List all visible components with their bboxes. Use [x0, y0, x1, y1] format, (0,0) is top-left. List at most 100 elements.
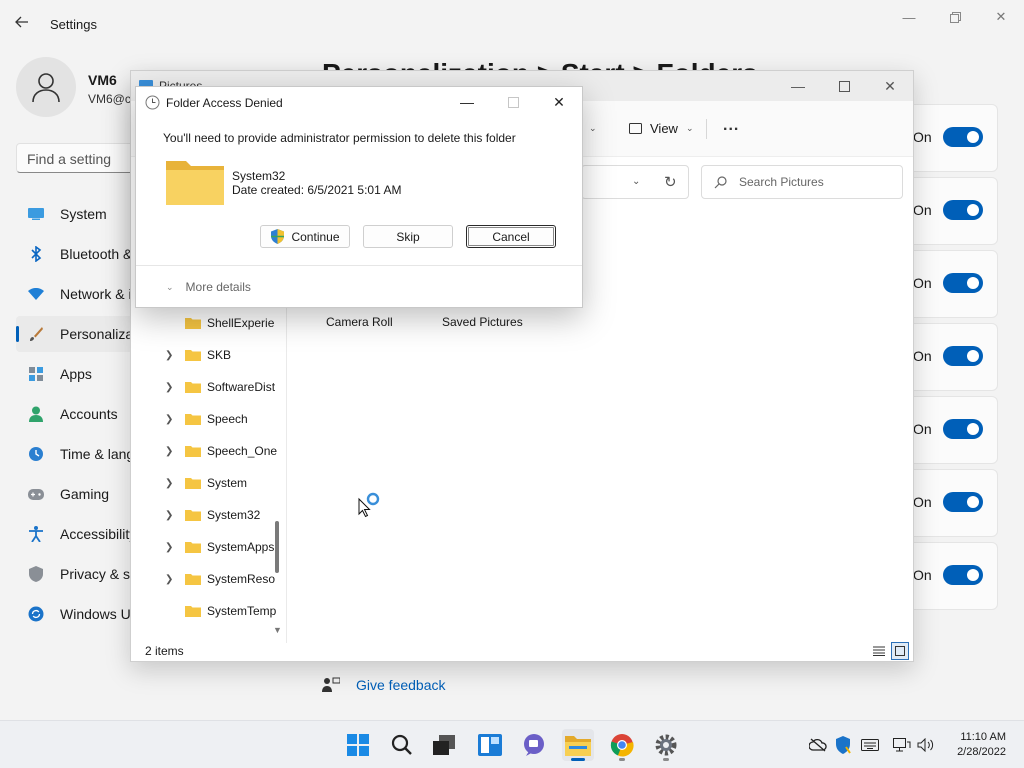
tree-scrollbar-thumb[interactable] [275, 521, 279, 573]
sidebar-item-label: Gaming [60, 486, 110, 502]
security-shield-icon[interactable] [833, 735, 853, 755]
dialog-titlebar[interactable]: Folder Access Denied — ✕ [136, 87, 582, 117]
tree-item[interactable]: ❯ System32 [131, 499, 281, 531]
sidebar-item-label: Privacy & security [60, 566, 136, 582]
toggle-switch[interactable] [943, 273, 983, 293]
sidebar-item-network[interactable]: Network & internet [16, 276, 136, 312]
view-label: View [650, 121, 678, 136]
sidebar-item-accessibility[interactable]: Accessibility [16, 516, 136, 552]
toggle-switch[interactable] [943, 346, 983, 366]
sidebar-item-gaming[interactable]: Gaming [16, 476, 136, 512]
chevron-right-icon[interactable]: ❯ [165, 446, 175, 457]
pane-divider[interactable] [286, 307, 287, 643]
folder-icon [185, 542, 201, 553]
minimize-icon[interactable]: — [775, 71, 821, 101]
tiles-view-icon[interactable] [891, 642, 909, 660]
chevron-right-icon[interactable]: ❯ [165, 510, 175, 521]
sidebar-item-bluetooth[interactable]: Bluetooth & devices [16, 236, 136, 272]
avatar[interactable] [16, 57, 76, 117]
sidebar-item-time-language[interactable]: Time & language [16, 436, 136, 472]
volume-icon[interactable] [916, 735, 936, 755]
toggle-switch[interactable] [943, 127, 983, 147]
find-setting-input[interactable]: Find a setting [16, 143, 146, 173]
tree-item[interactable]: ❯ SoftwareDist [131, 371, 281, 403]
sidebar-item-apps[interactable]: Apps [16, 356, 136, 392]
chevron-right-icon[interactable]: ❯ [165, 350, 175, 361]
more-options-button[interactable]: ... [723, 117, 739, 135]
folder-icon [185, 606, 201, 617]
search-input[interactable]: Search Pictures [701, 165, 903, 199]
skip-button[interactable]: Skip [363, 225, 453, 248]
chevron-down-icon[interactable]: ⌄ [589, 123, 597, 134]
toggle-switch[interactable] [943, 565, 983, 585]
tree-item[interactable]: ❯ SystemReso [131, 563, 281, 595]
sidebar-item-accounts[interactable]: Accounts [16, 396, 136, 432]
file-item-saved-pictures[interactable]: Saved Pictures [442, 315, 523, 329]
minimize-icon[interactable]: — [886, 0, 932, 34]
restore-icon[interactable] [932, 0, 978, 34]
continue-button[interactable]: Continue [260, 225, 350, 248]
folder-icon [185, 350, 201, 361]
chevron-right-icon[interactable]: ❯ [165, 542, 175, 553]
taskbar: 11:10 AM 2/28/2022 [0, 720, 1024, 768]
wifi-icon [28, 286, 44, 302]
cloud-offline-icon[interactable] [808, 735, 828, 755]
sidebar-item-system[interactable]: System [16, 196, 136, 232]
sidebar-item-label: Accessibility [60, 526, 136, 542]
cancel-button[interactable]: Cancel [466, 225, 556, 248]
tree-item[interactable]: ShellExperie [131, 307, 281, 339]
taskbar-clock[interactable]: 11:10 AM 2/28/2022 [957, 730, 1006, 760]
chevron-right-icon[interactable]: ❯ [165, 574, 175, 585]
give-feedback-link[interactable]: Give feedback [322, 676, 446, 694]
start-icon[interactable] [342, 729, 374, 761]
toggle-switch[interactable] [943, 492, 983, 512]
file-item-camera-roll[interactable]: Camera Roll [326, 315, 393, 329]
chevron-right-icon[interactable]: ❯ [165, 382, 175, 393]
settings-gear-icon[interactable] [650, 729, 682, 761]
close-icon[interactable]: ✕ [536, 87, 582, 117]
file-explorer-icon[interactable] [562, 729, 594, 761]
tree-item[interactable]: SystemTemp [131, 595, 281, 627]
address-bar[interactable]: ⌄ ↻ [581, 165, 689, 199]
tree-item[interactable]: ❯ SKB [131, 339, 281, 371]
search-icon [714, 175, 727, 189]
view-button[interactable]: View ⌄ [629, 121, 694, 136]
sidebar-item-personalization[interactable]: Personalization [16, 316, 136, 352]
tree-item[interactable]: ❯ Speech_One [131, 435, 281, 467]
details-view-icon[interactable] [871, 643, 887, 659]
minimize-icon[interactable]: — [444, 87, 490, 117]
chat-icon[interactable] [518, 729, 550, 761]
tree-item-label: SystemTemp [207, 604, 277, 618]
close-icon[interactable]: ✕ [978, 0, 1024, 34]
task-view-icon[interactable] [428, 729, 460, 761]
toggle-switch[interactable] [943, 419, 983, 439]
sidebar-item-windows-update[interactable]: Windows Update [16, 596, 136, 632]
tree-item-label: Speech_One [207, 444, 278, 458]
tree-item-label: SystemReso [207, 572, 276, 586]
navigation-tree: ShellExperie ❯ SKB ❯ SoftwareDist ❯ Spee… [131, 307, 281, 643]
sidebar-item-privacy[interactable]: Privacy & security [16, 556, 136, 592]
toggle-state-label: On [913, 275, 932, 291]
chrome-icon[interactable] [606, 729, 638, 761]
uac-shield-icon [271, 229, 285, 244]
close-icon[interactable]: ✕ [867, 71, 913, 101]
network-icon[interactable] [892, 735, 912, 755]
tree-item-label: SKB [207, 348, 232, 362]
clock-date: 2/28/2022 [957, 746, 1006, 758]
tree-item-label: SystemApps [207, 540, 275, 554]
toggle-switch[interactable] [943, 200, 983, 220]
keyboard-icon[interactable] [860, 735, 880, 755]
more-details-toggle[interactable]: ⌄ More details [166, 280, 251, 294]
scroll-down-arrow-icon[interactable]: ▼ [273, 625, 282, 635]
chevron-right-icon[interactable]: ❯ [165, 414, 175, 425]
widgets-icon[interactable] [474, 729, 506, 761]
tree-item[interactable]: ❯ SystemApps [131, 531, 281, 563]
back-arrow-icon[interactable] [14, 14, 34, 34]
search-icon[interactable] [386, 729, 418, 761]
maximize-icon[interactable] [821, 71, 867, 101]
chevron-down-icon[interactable]: ⌄ [632, 176, 640, 187]
chevron-right-icon[interactable]: ❯ [165, 478, 175, 489]
refresh-icon[interactable]: ↻ [664, 173, 677, 191]
tree-item[interactable]: ❯ Speech [131, 403, 281, 435]
tree-item[interactable]: ❯ System [131, 467, 281, 499]
